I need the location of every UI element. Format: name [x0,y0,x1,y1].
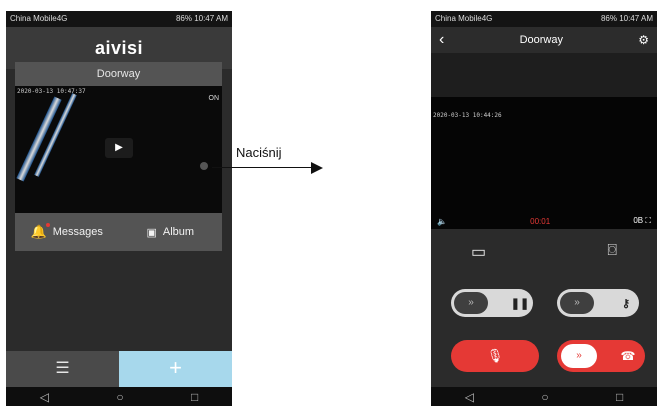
data-rate: 0B [633,216,644,225]
image-icon: ▣ [146,226,157,239]
screenshot-stage: China Mobile4G 86% 10:47 AM aivisi Doorw… [0,0,657,406]
video-timestamp: 2020-03-13 10:44:26 [433,112,502,119]
annotation-arrow [212,167,315,168]
android-navbar: ◁ ○ □ [431,387,657,406]
unlock-slider-2[interactable]: » ⚷ [557,289,639,317]
recents-icon[interactable]: □ [191,390,198,404]
messages-label: Messages [52,226,103,238]
rate-and-fullscreen: 0B ⛶ [633,216,651,226]
android-navbar: ◁ ○ □ [6,387,232,406]
home-icon[interactable]: ○ [541,390,548,404]
camera-name[interactable]: Doorway [15,62,222,86]
album-label: Album [162,226,195,238]
list-tab[interactable]: ☰ [6,351,119,387]
plus-icon: + [169,355,182,380]
notification-dot [45,223,50,227]
live-video[interactable]: 2020-03-13 10:44:26 🔈 00:01 0B ⛶ [431,97,657,229]
camera-preview[interactable]: 2020-03-13 10:47:37 ON ▶ [15,86,222,213]
video-controls: 🔈 00:01 0B ⛶ [431,213,657,229]
phone-home-screen: China Mobile4G 86% 10:47 AM aivisi Doorw… [6,11,232,406]
capture-row: ▭ ⌼ [431,242,657,262]
mic-mute-button[interactable]: 🎙 [451,340,539,372]
video-spacer [431,53,657,97]
gear-icon[interactable]: ⚙ [638,33,649,47]
speaker-icon[interactable]: 🔈 [437,217,447,226]
back-icon[interactable]: ◁ [40,390,49,404]
phone-hangup-icon: ☎ [620,349,636,363]
play-button[interactable]: ▶ [105,138,133,158]
hangup-slider[interactable]: » ☎ [557,340,645,372]
record-video-icon[interactable]: ▭ [471,242,486,262]
live-header: ‹ Doorway ⚙ [431,27,657,53]
unlock-slider-1[interactable]: » ❚❚ [451,289,533,317]
camera-snapshot-icon[interactable]: ⌼ [607,242,617,262]
live-badge: ON [208,95,220,102]
bell-icon: 🔔 [31,223,50,240]
arrow-head-icon [311,162,323,174]
home-icon[interactable]: ○ [116,390,123,404]
album-button[interactable]: ▣ Album [119,226,223,239]
fullscreen-icon[interactable]: ⛶ [645,216,651,225]
camera-actions: 🔔 Messages ▣ Album [15,213,222,251]
bottom-tabs: ☰ + [6,351,232,387]
call-timer: 00:01 [530,216,551,226]
key-icon: ⚷ [621,297,631,310]
lens-spot [200,162,208,170]
status-bar: China Mobile4G 86% 10:47 AM [6,11,232,27]
chevrons-icon[interactable]: » [561,344,597,368]
carrier-label: China Mobile4G [10,14,68,23]
annotation-text: Naciśnij [236,145,282,160]
back-icon[interactable]: ◁ [465,390,474,404]
status-right: 86% 10:47 AM [600,14,653,23]
add-tab[interactable]: + [119,351,232,387]
phone-live-view: China Mobile4G 86% 10:47 AM ‹ Doorway ⚙ … [431,11,657,406]
recents-icon[interactable]: □ [616,390,623,404]
chevrons-icon[interactable]: » [454,292,488,314]
list-icon: ☰ [55,360,70,377]
messages-button[interactable]: 🔔 Messages [15,223,119,240]
back-arrow-icon[interactable]: ‹ [439,31,444,49]
mic-off-icon: 🎙 [486,348,504,363]
chevrons-icon[interactable]: » [560,292,594,314]
page-title: Doorway [519,34,563,46]
status-right: 86% 10:47 AM [175,14,228,23]
carrier-label: China Mobile4G [435,14,493,23]
pause-icon: ❚❚ [510,297,530,310]
status-bar: China Mobile4G 86% 10:47 AM [431,11,657,27]
